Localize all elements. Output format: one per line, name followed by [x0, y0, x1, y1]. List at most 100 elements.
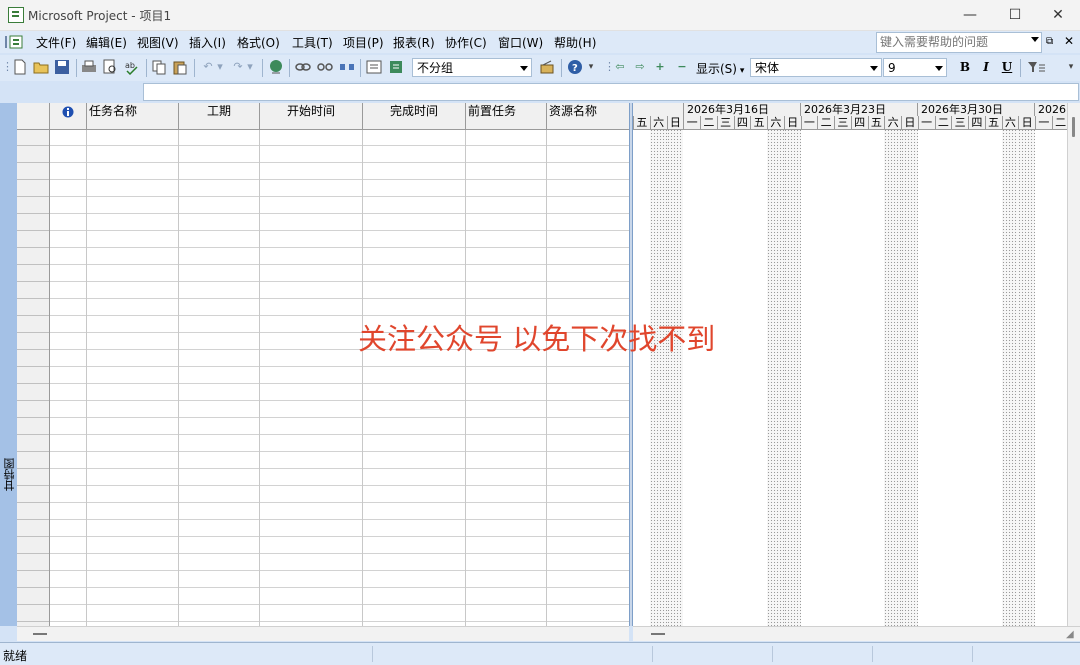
print-icon[interactable] [81, 59, 97, 75]
gantt-chart-pane[interactable]: 2026年3月16日 2026年3月23日 2026年3月30日 2026 五六… [633, 103, 1067, 626]
timescale-major: 2026年3月16日 2026年3月23日 2026年3月30日 2026 [633, 103, 1067, 117]
menu-view[interactable]: 视图(V) [135, 34, 181, 50]
task-sheet-scroll-thumb[interactable] [33, 633, 47, 635]
outdent-icon[interactable]: ⇦ [612, 59, 628, 75]
menu-grip-icon[interactable] [4, 34, 23, 50]
redo-dropdown-icon[interactable]: ▾ [245, 59, 255, 75]
toolbar-options-icon[interactable]: ▾ [586, 59, 596, 75]
new-icon[interactable] [12, 59, 28, 75]
font-size-select[interactable]: 9 [883, 58, 947, 77]
italic-button[interactable]: I [978, 59, 994, 75]
font-name-dropdown-icon [870, 66, 878, 71]
show-subtasks-icon[interactable]: + [652, 59, 668, 75]
watermark-text: 关注公众号 以免下次找不到 [358, 322, 716, 356]
info-icon [62, 106, 74, 118]
menu-collaborate[interactable]: 协作(C) [443, 34, 489, 50]
assign-resources-icon[interactable] [539, 59, 555, 75]
day-cell: 三 [951, 116, 968, 129]
row-header-column[interactable] [17, 129, 50, 626]
bold-button[interactable]: B [957, 59, 973, 75]
resize-grip-icon[interactable]: ◢ [1066, 629, 1074, 640]
restore-doc-icon[interactable]: ⧉ [1046, 36, 1053, 47]
redo-icon[interactable]: ↷ [230, 59, 246, 75]
menu-edit[interactable]: 编辑(E) [84, 34, 129, 50]
underline-button[interactable]: U [999, 59, 1015, 75]
undo-dropdown-icon[interactable]: ▾ [215, 59, 225, 75]
day-cell: 一 [800, 116, 818, 129]
group-by-select[interactable]: 不分组 [412, 58, 532, 77]
column-header-resource-names[interactable]: 资源名称 [547, 103, 629, 129]
copy-icon[interactable] [151, 59, 167, 75]
hide-subtasks-icon[interactable]: − [674, 59, 690, 75]
column-header-finish[interactable]: 完成时间 [363, 103, 466, 129]
undo-icon[interactable]: ↶ [200, 59, 216, 75]
save-icon[interactable] [54, 59, 70, 75]
help-icon[interactable]: ? [567, 59, 583, 75]
grid-row-lines [17, 129, 629, 626]
column-header-task-name[interactable]: 任务名称 [87, 103, 179, 129]
column-header-start[interactable]: 开始时间 [260, 103, 363, 129]
font-name-select[interactable]: 宋体 [750, 58, 882, 77]
link-tasks-icon[interactable] [295, 59, 311, 75]
unlink-tasks-icon[interactable] [317, 59, 333, 75]
indent-icon[interactable]: ⇨ [632, 59, 648, 75]
menu-project[interactable]: 项目(P) [341, 34, 386, 50]
day-cell: 日 [901, 116, 918, 129]
menu-file[interactable]: 文件(F) [34, 34, 78, 50]
help-dropdown-icon[interactable] [1031, 37, 1039, 42]
menu-report[interactable]: 报表(R) [391, 34, 437, 50]
status-bar: 就绪 [0, 642, 1080, 665]
nonworking-day-shading [1018, 129, 1035, 626]
minimize-button[interactable]: — [948, 0, 992, 30]
close-button[interactable]: ✕ [1036, 0, 1080, 30]
print-preview-icon[interactable] [102, 59, 118, 75]
paste-icon[interactable] [172, 59, 188, 75]
menu-window[interactable]: 窗口(W) [496, 34, 545, 50]
menu-format[interactable]: 格式(O) [235, 34, 282, 50]
toolbar2-grip-icon[interactable]: ⋮ [604, 59, 615, 75]
menu-tools[interactable]: 工具(T) [290, 34, 335, 50]
day-cell: 二 [817, 116, 834, 129]
svg-text:?: ? [572, 63, 578, 74]
menu-bar: 文件(F) 编辑(E) 视图(V) 插入(I) 格式(O) 工具(T) 项目(P… [0, 31, 1080, 53]
day-cell: 三 [834, 116, 851, 129]
split-task-icon[interactable] [339, 59, 355, 75]
day-cell: 二 [934, 116, 952, 129]
vertical-scrollbar[interactable] [1067, 103, 1080, 626]
svg-text:ab: ab [125, 61, 135, 70]
day-cell: 四 [850, 116, 868, 129]
select-all-cell[interactable] [17, 103, 50, 129]
day-cell: 一 [1035, 116, 1052, 129]
task-sheet-horizontal-scrollbar[interactable] [17, 626, 629, 641]
help-search-input[interactable] [877, 33, 1033, 50]
entry-field[interactable] [143, 83, 1079, 101]
spelling-icon[interactable]: ab [124, 59, 140, 76]
help-search-box[interactable] [876, 32, 1042, 53]
group-by-value: 不分组 [417, 61, 454, 75]
task-notes-icon[interactable] [388, 59, 404, 75]
view-bar[interactable]: 甘特图 [0, 103, 18, 626]
day-cell: 一 [683, 116, 700, 129]
gantt-scroll-thumb[interactable] [651, 633, 665, 635]
open-icon[interactable] [33, 59, 49, 75]
filter-icon[interactable] [1026, 59, 1048, 75]
menu-help[interactable]: 帮助(H) [552, 34, 598, 50]
hyperlink-globe-icon[interactable] [268, 59, 284, 75]
column-header-predecessors[interactable]: 前置任务 [466, 103, 547, 129]
toolbar-grip-icon[interactable]: ⋮ [2, 59, 13, 75]
gantt-horizontal-scrollbar[interactable]: ◢ [633, 626, 1080, 641]
task-information-icon[interactable] [366, 59, 382, 75]
timescale-minor: 五六日一二三四五六日一二三四五六日一二三四五六日一二 [633, 116, 1067, 130]
menu-insert[interactable]: 插入(I) [187, 34, 228, 50]
vertical-scroll-thumb[interactable] [1072, 117, 1075, 137]
view-bar-label: 甘特图 [3, 458, 16, 491]
maximize-button[interactable]: ☐ [993, 0, 1037, 30]
task-sheet[interactable]: 任务名称 工期 开始时间 完成时间 前置任务 资源名称 [17, 103, 629, 626]
close-doc-icon[interactable]: ✕ [1064, 34, 1074, 48]
font-size-value: 9 [888, 61, 896, 75]
indicators-column-header[interactable] [50, 103, 87, 129]
toolbar: ⋮ ab ↶ ▾ ↷ ▾ 不分组 ? ▾ ⋮ ⇦ ⇨ + − 显示(S) ▾ 宋… [0, 55, 1080, 81]
column-header-duration[interactable]: 工期 [179, 103, 260, 129]
display-menu[interactable]: 显示(S) ▾ [696, 60, 744, 77]
toolbar2-options-icon[interactable]: ▾ [1066, 59, 1076, 75]
